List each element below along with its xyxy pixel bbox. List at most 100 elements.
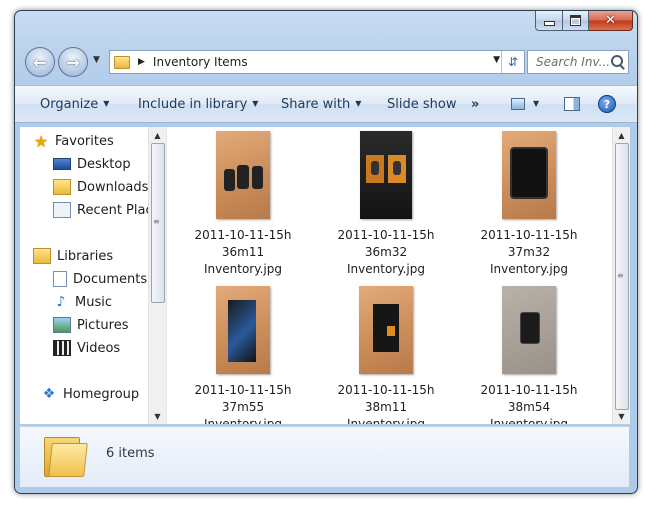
file-item[interactable]: 2011-10-11-15h 36m32 Inventory.jpg [326,131,446,278]
recent-pages-dropdown[interactable]: ▼ [93,55,100,65]
file-item[interactable]: 2011-10-11-15h 37m55 Inventory.jpg [183,286,303,424]
forward-button[interactable]: → [58,47,88,77]
image-thumbnail [216,131,270,219]
help-button[interactable]: ? [598,95,616,113]
homegroup-icon: ❖ [42,386,56,402]
caption-buttons: ✕ [535,11,633,31]
explorer-window: ✕ ← → ▼ ▶ Inventory Items ▼ ⇵ Organize ▼ … [14,10,638,494]
file-list-scrollbar[interactable]: ▲ ≡ ▼ [612,127,630,424]
arrow-right-icon: → [66,52,80,72]
image-thumbnail [360,131,412,219]
back-button[interactable]: ← [25,47,55,77]
nav-item-desktop[interactable]: Desktop [53,154,131,174]
navigation-pane: ★ Favorites Desktop Downloads Recent Pla… [20,127,165,424]
share-with-label: Share with [281,97,351,112]
nav-item-videos[interactable]: Videos [53,338,120,358]
slide-show-button[interactable]: Slide show [387,97,456,112]
film-strip-icon [53,340,71,356]
image-thumbnail [359,286,413,374]
close-button[interactable]: ✕ [589,11,633,31]
minimize-icon [543,21,555,26]
address-row: ← → ▼ ▶ Inventory Items ▼ ⇵ [15,47,637,79]
chevron-down-icon: ▼ [355,99,362,108]
pictures-icon [53,317,71,333]
file-item[interactable]: 2011-10-11-15h 37m32 Inventory.jpg [469,131,589,278]
command-bar: Organize ▼ Include in library ▼ Share with… [15,85,637,123]
address-bar[interactable]: ▶ Inventory Items ▼ ⇵ [109,50,525,74]
file-name: 2011-10-11-15h 37m55 Inventory.jpg [194,383,292,424]
view-options-dropdown-icon[interactable]: ▼ [533,99,539,108]
address-dropdown-icon[interactable]: ▼ [493,55,500,65]
folder-icon [44,433,88,477]
nav-item-label: Desktop [77,156,131,172]
scroll-down-arrow-icon[interactable]: ▼ [149,408,166,424]
slide-show-label: Slide show [387,97,457,112]
scrollbar-grip-icon: ≡ [617,271,624,280]
file-item[interactable]: 2011-10-11-15h 36m11 Inventory.jpg [183,131,303,278]
nav-libraries[interactable]: Libraries [33,246,113,266]
image-thumbnail [216,286,270,374]
refresh-button[interactable]: ⇵ [501,51,524,73]
close-icon: ✕ [605,13,616,28]
nav-favorites-label: Favorites [55,133,114,149]
scrollbar-grip-icon: ≡ [153,217,160,226]
maximize-button[interactable] [563,11,589,31]
search-icon[interactable] [611,55,623,67]
share-with-menu[interactable]: Share with ▼ [281,97,361,112]
organize-label: Organize [40,97,99,112]
nav-homegroup-label: Homegroup [63,386,140,402]
nav-item-pictures[interactable]: Pictures [53,315,128,335]
file-item[interactable]: 2011-10-11-15h 38m11 Inventory.jpg [326,286,446,424]
scroll-down-arrow-icon[interactable]: ▼ [613,408,630,424]
navigation-pane-scrollbar[interactable]: ▲ ≡ ▼ [148,127,166,424]
more-commands-icon: » [471,97,480,112]
organize-menu[interactable]: Organize ▼ [40,97,109,112]
nav-item-documents[interactable]: Documents [53,269,147,289]
item-count: 6 items [106,446,155,461]
desktop-icon [53,158,71,170]
breadcrumb-current[interactable]: Inventory Items [153,55,248,69]
scroll-up-arrow-icon[interactable]: ▲ [613,127,630,143]
star-icon: ★ [33,131,49,151]
nav-item-downloads[interactable]: Downloads [53,177,148,197]
recent-places-icon [53,202,71,218]
nav-libraries-label: Libraries [57,248,114,264]
nav-item-label: Music [75,294,112,310]
nav-favorites[interactable]: ★ Favorites [33,131,114,151]
folder-icon [114,55,130,69]
details-pane: 6 items [20,426,629,487]
breadcrumb-separator-icon[interactable]: ▶ [138,57,145,67]
chevron-down-icon: ▼ [252,99,259,108]
help-icon: ? [603,97,611,111]
nav-item-label: Videos [77,340,121,356]
minimize-button[interactable] [535,11,563,31]
nav-item-music[interactable]: ♪ Music [53,292,112,312]
change-view-icon[interactable] [511,98,525,110]
file-name: 2011-10-11-15h 36m32 Inventory.jpg [337,228,435,276]
music-note-icon: ♪ [56,294,66,310]
include-in-library-label: Include in library [138,97,248,112]
refresh-icon: ⇵ [507,55,519,69]
search-box[interactable] [527,50,629,74]
image-thumbnail [502,131,556,219]
preview-pane-icon[interactable] [564,97,580,111]
search-input[interactable] [534,54,612,70]
nav-item-label: Pictures [77,317,129,333]
image-thumbnail [502,286,556,374]
scroll-up-arrow-icon[interactable]: ▲ [149,127,166,143]
downloads-folder-icon [53,179,71,195]
file-item[interactable]: 2011-10-11-15h 38m54 Inventory.jpg [469,286,589,424]
file-name: 2011-10-11-15h 36m11 Inventory.jpg [194,228,292,276]
chevron-down-icon: ▼ [103,99,110,108]
file-name: 2011-10-11-15h 37m32 Inventory.jpg [480,228,578,276]
nav-item-label: Documents [73,271,148,287]
libraries-icon [33,248,51,264]
documents-icon [53,271,67,287]
more-commands-button[interactable]: » [471,97,479,112]
file-name: 2011-10-11-15h 38m11 Inventory.jpg [337,383,435,424]
maximize-icon [570,15,581,26]
nav-homegroup[interactable]: ❖ Homegroup [41,384,139,404]
include-in-library-menu[interactable]: Include in library ▼ [138,97,258,112]
nav-item-label: Downloads [77,179,149,195]
file-list[interactable]: 2011-10-11-15h 36m11 Inventory.jpg 2011-10… [166,127,612,424]
